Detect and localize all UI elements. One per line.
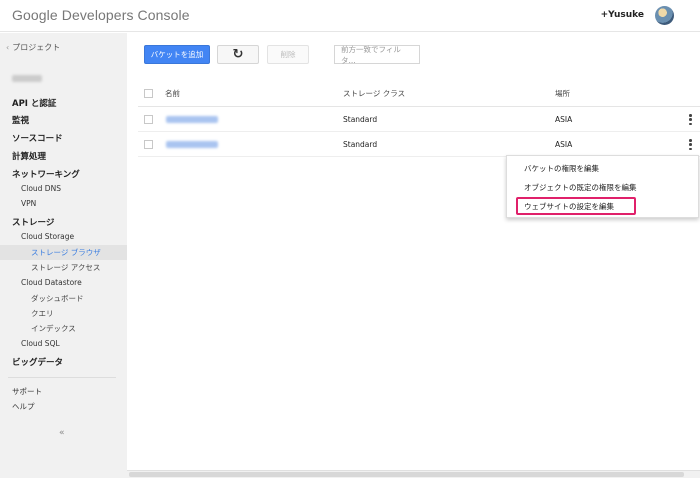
filter-input[interactable]: 前方一致でフィルタ... xyxy=(334,44,420,65)
chevron-left-icon: ‹ xyxy=(6,43,10,52)
add-bucket-button[interactable]: バケットを追加 xyxy=(144,45,210,64)
sidebar-item-compute[interactable]: 計算処理 xyxy=(12,150,46,162)
column-header-name[interactable]: 名前 xyxy=(165,88,180,99)
sidebar-divider xyxy=(8,377,116,378)
sidebar-item-cloud-datastore[interactable]: Cloud Datastore xyxy=(21,278,82,287)
location-cell: ASIA xyxy=(555,140,573,149)
sidebar-item-support[interactable]: サポート xyxy=(12,386,42,397)
project-name-redacted xyxy=(12,75,42,82)
sidebar-item-vpn[interactable]: VPN xyxy=(21,199,36,208)
sidebar-item-cloud-sql[interactable]: Cloud SQL xyxy=(21,339,60,348)
column-header-location[interactable]: 場所 xyxy=(555,88,570,99)
filter-placeholder: 前方一致でフィルタ... xyxy=(341,44,401,65)
back-label: プロジェクト xyxy=(12,43,61,52)
sidebar-item-storage-access[interactable]: ストレージ アクセス xyxy=(31,262,100,273)
sidebar-item-help[interactable]: ヘルプ xyxy=(12,401,35,412)
sidebar-item-storage-browser[interactable]: ストレージ ブラウザ xyxy=(31,247,101,258)
refresh-button[interactable]: ↻ xyxy=(217,45,259,64)
row-checkbox[interactable] xyxy=(144,140,153,149)
app-header: Google Developers Console +Yusuke xyxy=(0,0,700,32)
table-header: 名前 ストレージ クラス 場所 xyxy=(138,80,700,107)
sidebar-item-cloud-storage[interactable]: Cloud Storage xyxy=(21,232,74,241)
sidebar-item-cloud-dns[interactable]: Cloud DNS xyxy=(21,184,61,193)
storage-class-cell: Standard xyxy=(343,140,378,149)
sidebar-item-bigdata[interactable]: ビッグデータ xyxy=(12,356,63,368)
back-to-projects-link[interactable]: ‹ プロジェクト xyxy=(6,42,60,53)
sidebar-item-networking[interactable]: ネットワーキング xyxy=(12,168,80,180)
row-checkbox[interactable] xyxy=(144,115,153,124)
sidebar: ‹ プロジェクト API と認証 監視 ソースコード 計算処理 ネットワーキング … xyxy=(0,33,127,478)
menu-item-edit-bucket-permissions[interactable]: バケットの権限を編集 xyxy=(524,163,599,174)
annotation-highlight-box xyxy=(516,197,636,215)
refresh-icon: ↻ xyxy=(232,47,244,62)
location-cell: ASIA xyxy=(555,115,573,124)
sidebar-item-source-code[interactable]: ソースコード xyxy=(12,132,63,144)
logo-product-text: Developers Console xyxy=(57,7,190,23)
sidebar-item-query[interactable]: クエリ xyxy=(31,308,54,319)
developers-console-logo[interactable]: Google Developers Console xyxy=(12,7,190,23)
scrollbar-thumb[interactable] xyxy=(129,472,684,477)
bucket-name-link-redacted[interactable] xyxy=(166,141,218,148)
table-row: Standard ASIA xyxy=(138,107,700,132)
horizontal-scrollbar[interactable] xyxy=(127,470,700,478)
collapse-sidebar-icon[interactable]: « xyxy=(59,428,65,438)
delete-button[interactable]: 削除 xyxy=(267,45,309,64)
sidebar-item-storage[interactable]: ストレージ xyxy=(12,216,54,228)
sidebar-item-dashboard[interactable]: ダッシュボード xyxy=(31,293,84,304)
menu-item-edit-default-object-permissions[interactable]: オブジェクトの既定の権限を編集 xyxy=(524,182,637,193)
more-vert-icon[interactable] xyxy=(689,114,692,125)
sidebar-item-monitoring[interactable]: 監視 xyxy=(12,114,29,126)
more-vert-icon[interactable] xyxy=(689,139,692,150)
bucket-name-link-redacted[interactable] xyxy=(166,116,218,123)
sidebar-item-indexes[interactable]: インデックス xyxy=(31,323,76,334)
storage-class-cell: Standard xyxy=(343,115,378,124)
select-all-checkbox[interactable] xyxy=(144,89,153,98)
sidebar-item-api[interactable]: API と認証 xyxy=(12,97,56,109)
user-name-link[interactable]: +Yusuke xyxy=(601,10,644,20)
table-row: Standard ASIA xyxy=(138,132,700,157)
avatar[interactable] xyxy=(655,6,674,25)
logo-google-text: Google xyxy=(12,7,58,23)
column-header-storage-class[interactable]: ストレージ クラス xyxy=(343,88,405,99)
